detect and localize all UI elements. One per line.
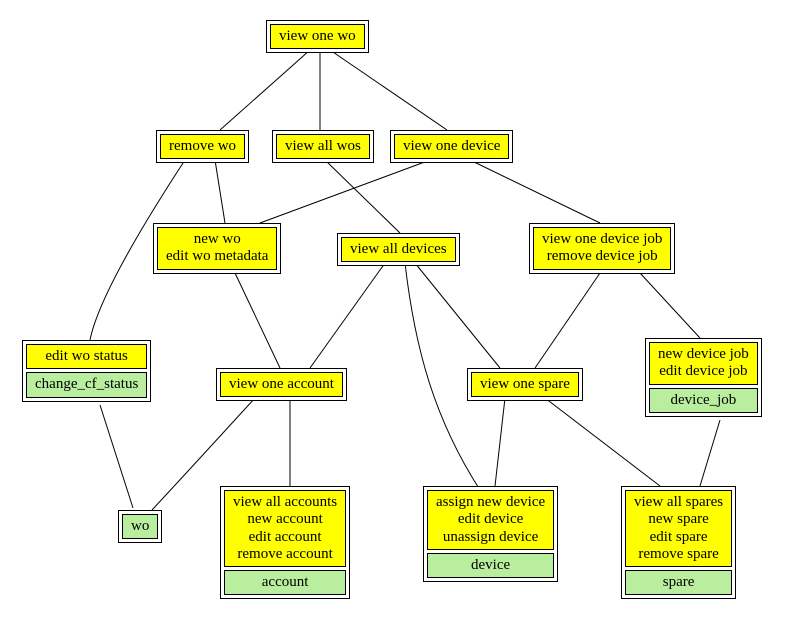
node-label: new device job edit device job xyxy=(649,342,758,385)
node-view-all-wos: view all wos xyxy=(272,130,374,163)
node-view-one-account: view one account xyxy=(216,368,347,401)
node-label: view all accounts new account edit accou… xyxy=(224,490,346,567)
node-devices: assign new device edit device unassign d… xyxy=(423,486,558,582)
node-label: view one device xyxy=(394,134,509,159)
node-label: view one spare xyxy=(471,372,579,397)
node-label: view one wo xyxy=(270,24,365,49)
node-label: remove wo xyxy=(160,134,245,159)
node-label: account xyxy=(224,570,346,595)
node-spares: view all spares new spare edit spare rem… xyxy=(621,486,736,599)
node-accounts: view all accounts new account edit accou… xyxy=(220,486,350,599)
node-label: view one account xyxy=(220,372,343,397)
node-new-device-job: new device job edit device job device_jo… xyxy=(645,338,762,417)
node-label: change_cf_status xyxy=(26,372,147,397)
node-label: device_job xyxy=(649,388,758,413)
node-view-one-wo: view one wo xyxy=(266,20,369,53)
node-new-wo: new wo edit wo metadata xyxy=(153,223,281,274)
node-label: view one device job remove device job xyxy=(533,227,671,270)
node-label: view all devices xyxy=(341,237,456,262)
node-label: spare xyxy=(625,570,732,595)
node-edit-wo-status: edit wo status change_cf_status xyxy=(22,340,151,402)
node-view-one-device-job: view one device job remove device job xyxy=(529,223,675,274)
node-label: new wo edit wo metadata xyxy=(157,227,277,270)
node-label: view all spares new spare edit spare rem… xyxy=(625,490,732,567)
node-view-one-device: view one device xyxy=(390,130,513,163)
node-wo: wo xyxy=(118,510,162,543)
node-remove-wo: remove wo xyxy=(156,130,249,163)
node-label: assign new device edit device unassign d… xyxy=(427,490,554,550)
node-label: view all wos xyxy=(276,134,370,159)
node-label: device xyxy=(427,553,554,578)
node-view-one-spare: view one spare xyxy=(467,368,583,401)
node-label: edit wo status xyxy=(26,344,147,369)
node-view-all-devices: view all devices xyxy=(337,233,460,266)
node-label: wo xyxy=(122,514,158,539)
